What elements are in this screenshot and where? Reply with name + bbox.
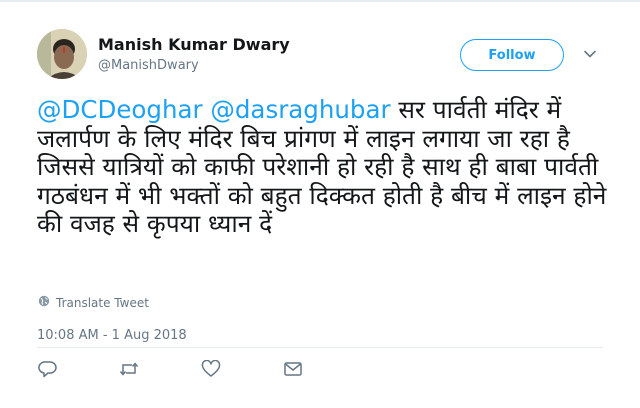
heart-icon[interactable] [201,360,221,378]
author-name[interactable]: Manish Kumar Dwary [98,35,290,54]
top-border [0,0,640,2]
retweet-icon[interactable] [119,360,139,378]
avatar[interactable] [37,29,87,79]
envelope-icon[interactable] [283,360,303,378]
author-handle[interactable]: @ManishDwary [98,58,199,73]
translate-label: Translate Tweet [56,295,149,310]
timestamp[interactable]: 10:08 AM - 1 Aug 2018 [37,328,187,343]
reply-icon[interactable] [38,360,58,378]
follow-button[interactable]: Follow [460,39,564,71]
translate-tweet-link[interactable]: Translate Tweet [38,295,149,310]
mention-link[interactable]: @DCDeoghar [37,95,203,124]
tweet-text: @DCDeoghar @dasraghubar सर पार्वती मंदिर… [37,95,607,239]
chevron-down-icon[interactable] [582,46,598,62]
mention-link[interactable]: @dasraghubar [210,95,390,124]
globe-icon [38,295,50,310]
divider [37,347,603,348]
